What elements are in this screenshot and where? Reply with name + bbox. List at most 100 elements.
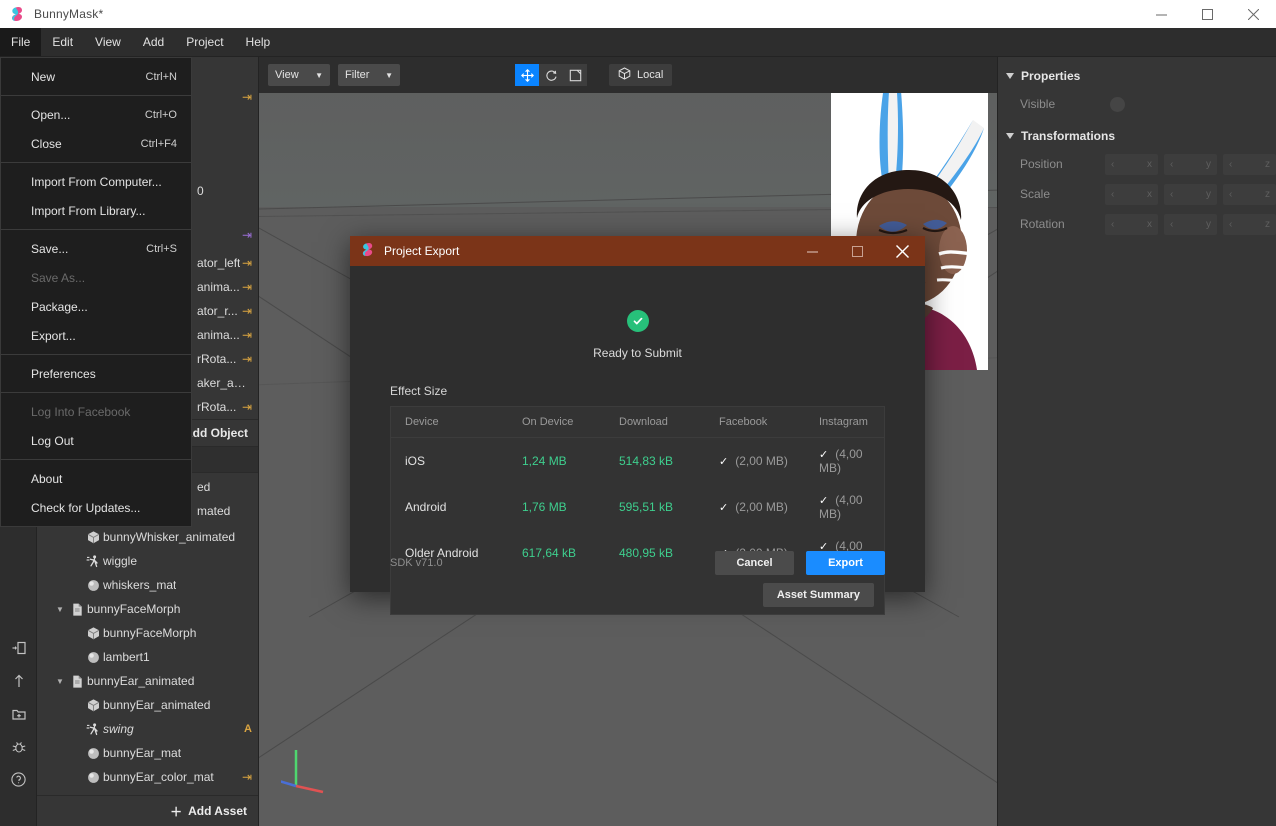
tree-row[interactable]: bunnyEar_animated: [37, 693, 258, 717]
file-menu-item[interactable]: About: [1, 464, 191, 493]
help-circle-icon[interactable]: [0, 763, 37, 796]
file-menu-item-shortcut: Ctrl+O: [144, 108, 177, 121]
properties-section-header[interactable]: Properties: [998, 63, 1276, 89]
transformations-section-title: Transformations: [1021, 129, 1116, 143]
rotate-tool-icon[interactable]: [539, 64, 563, 86]
axis-gizmo-icon: [281, 750, 324, 794]
menu-add[interactable]: Add: [132, 28, 175, 56]
tree-row[interactable]: bunnyEar_color_mat ⇥: [37, 765, 258, 789]
axis-field-group: ‹ x ‹ y ‹ z: [1105, 183, 1276, 205]
menu-separator: [1, 392, 191, 393]
axis-stepper-icon: ‹: [1111, 218, 1115, 230]
move-tool-icon[interactable]: [515, 64, 539, 86]
cell-on-device: 1,24 MB: [522, 454, 567, 468]
bug-icon[interactable]: [0, 730, 37, 763]
upload-arrow-icon[interactable]: [0, 664, 37, 697]
close-icon[interactable]: [880, 236, 925, 266]
column-header-instagram: Instagram: [805, 407, 884, 438]
tree-item-label: bunnyEar_animated: [103, 698, 211, 712]
cancel-button[interactable]: Cancel: [715, 551, 794, 575]
menu-view[interactable]: View: [84, 28, 132, 56]
tree-row[interactable]: wiggle: [37, 549, 258, 573]
scale-tool-icon[interactable]: [563, 64, 587, 86]
dialog-title-bar: Project Export: [350, 236, 925, 266]
transformation-rows: Position ‹ x ‹ y ‹ z Scale ‹ x ‹ y ‹ z Rotation ‹ x ‹ y ‹ z: [998, 149, 1276, 239]
tree-row[interactable]: ▼ bunnyEar_animated: [37, 669, 258, 693]
close-icon[interactable]: [1230, 0, 1276, 28]
axis-label-z: z: [1265, 218, 1270, 230]
check-icon: ✓: [719, 502, 729, 514]
add-folder-icon[interactable]: [0, 697, 37, 730]
menu-project[interactable]: Project: [175, 28, 234, 56]
tree-row[interactable]: whiskers_mat: [37, 573, 258, 597]
file-menu-item[interactable]: Import From Computer...: [1, 167, 191, 196]
file-menu-item-label: Save As...: [31, 270, 86, 285]
menu-file[interactable]: File: [0, 28, 42, 56]
axis-field-y[interactable]: ‹ y: [1164, 183, 1217, 205]
filter-dropdown[interactable]: Filter ▼: [338, 64, 400, 86]
chevron-down-icon[interactable]: ▼: [53, 677, 67, 686]
check-circle-icon: [626, 310, 649, 332]
transformations-section-header[interactable]: Transformations: [998, 123, 1276, 149]
project-export-dialog: Project Export Ready to Submit Effect Si…: [350, 236, 925, 615]
maximize-icon[interactable]: [1184, 0, 1230, 28]
file-menu-item-shortcut: Ctrl+F4: [140, 137, 177, 150]
axis-field-z[interactable]: ‹ z: [1223, 183, 1276, 205]
file-menu-item[interactable]: Close Ctrl+F4: [1, 129, 191, 158]
insert-panel-icon[interactable]: [0, 631, 37, 664]
add-asset-button[interactable]: ＋ Add Asset: [37, 795, 258, 826]
file-menu-item[interactable]: Open... Ctrl+O: [1, 100, 191, 129]
minimize-icon[interactable]: [1138, 0, 1184, 28]
tree-row[interactable]: bunnyFaceMorph: [37, 621, 258, 645]
axis-stepper-icon: ‹: [1170, 188, 1174, 200]
minimize-icon[interactable]: [790, 236, 835, 266]
file-menu-item[interactable]: New Ctrl+N: [1, 62, 191, 91]
tree-item-label: bunnyFaceMorph: [103, 626, 197, 640]
effect-size-label: Effect Size: [390, 384, 448, 398]
axis-field-z[interactable]: ‹ z: [1223, 213, 1276, 235]
column-header-on-device: On Device: [508, 407, 605, 438]
spark-ar-logo-icon: [9, 6, 25, 22]
chevron-down-icon[interactable]: ▼: [53, 605, 67, 614]
file-icon: [67, 674, 87, 689]
file-menu-item[interactable]: Preferences: [1, 359, 191, 388]
file-menu-item[interactable]: Save... Ctrl+S: [1, 234, 191, 263]
tree-row[interactable]: bunnyEar_mat: [37, 741, 258, 765]
export-button[interactable]: Export: [806, 551, 885, 575]
cube-icon: [618, 67, 631, 83]
axis-field-x[interactable]: ‹ x: [1105, 213, 1158, 235]
file-menu-item[interactable]: Log Out: [1, 426, 191, 455]
visible-toggle[interactable]: [1110, 96, 1125, 112]
cell-on-device: 1,76 MB: [522, 500, 567, 514]
column-header-device: Device: [391, 407, 508, 438]
spark-ar-logo-icon: [360, 242, 375, 260]
axis-label-y: y: [1206, 188, 1211, 200]
file-menu-item[interactable]: Package...: [1, 292, 191, 321]
tree-row[interactable]: swing A: [37, 717, 258, 741]
file-menu-item[interactable]: Import From Library...: [1, 196, 191, 225]
axis-field-x[interactable]: ‹ x: [1105, 183, 1158, 205]
file-menu-item-label: Import From Computer...: [31, 174, 162, 189]
tree-row[interactable]: lambert1: [37, 645, 258, 669]
cell-download: 514,83 kB: [619, 454, 674, 468]
menu-help[interactable]: Help: [235, 28, 282, 56]
view-dropdown[interactable]: View ▼: [268, 64, 330, 86]
file-menu-item[interactable]: Check for Updates...: [1, 493, 191, 522]
file-icon: [67, 602, 87, 617]
viewport-toolbar: View ▼ Filter ▼ Local: [259, 57, 997, 93]
file-menu-item[interactable]: Export...: [1, 321, 191, 350]
tree-row[interactable]: bunnyWhisker_animated: [37, 525, 258, 549]
axis-field-y[interactable]: ‹ y: [1164, 213, 1217, 235]
axis-field-x[interactable]: ‹ x: [1105, 153, 1158, 175]
axis-field-z[interactable]: ‹ z: [1223, 153, 1276, 175]
transform-row-position: Position ‹ x ‹ y ‹ z: [998, 149, 1276, 179]
chevron-down-icon: ▼: [385, 70, 393, 80]
menu-edit[interactable]: Edit: [41, 28, 84, 56]
material-icon: [83, 578, 103, 593]
menu-separator: [1, 354, 191, 355]
coordinate-space-button[interactable]: Local: [609, 64, 673, 86]
axis-field-y[interactable]: ‹ y: [1164, 153, 1217, 175]
maximize-icon[interactable]: [835, 236, 880, 266]
file-menu-item: Log Into Facebook: [1, 397, 191, 426]
tree-row[interactable]: ▼ bunnyFaceMorph: [37, 597, 258, 621]
